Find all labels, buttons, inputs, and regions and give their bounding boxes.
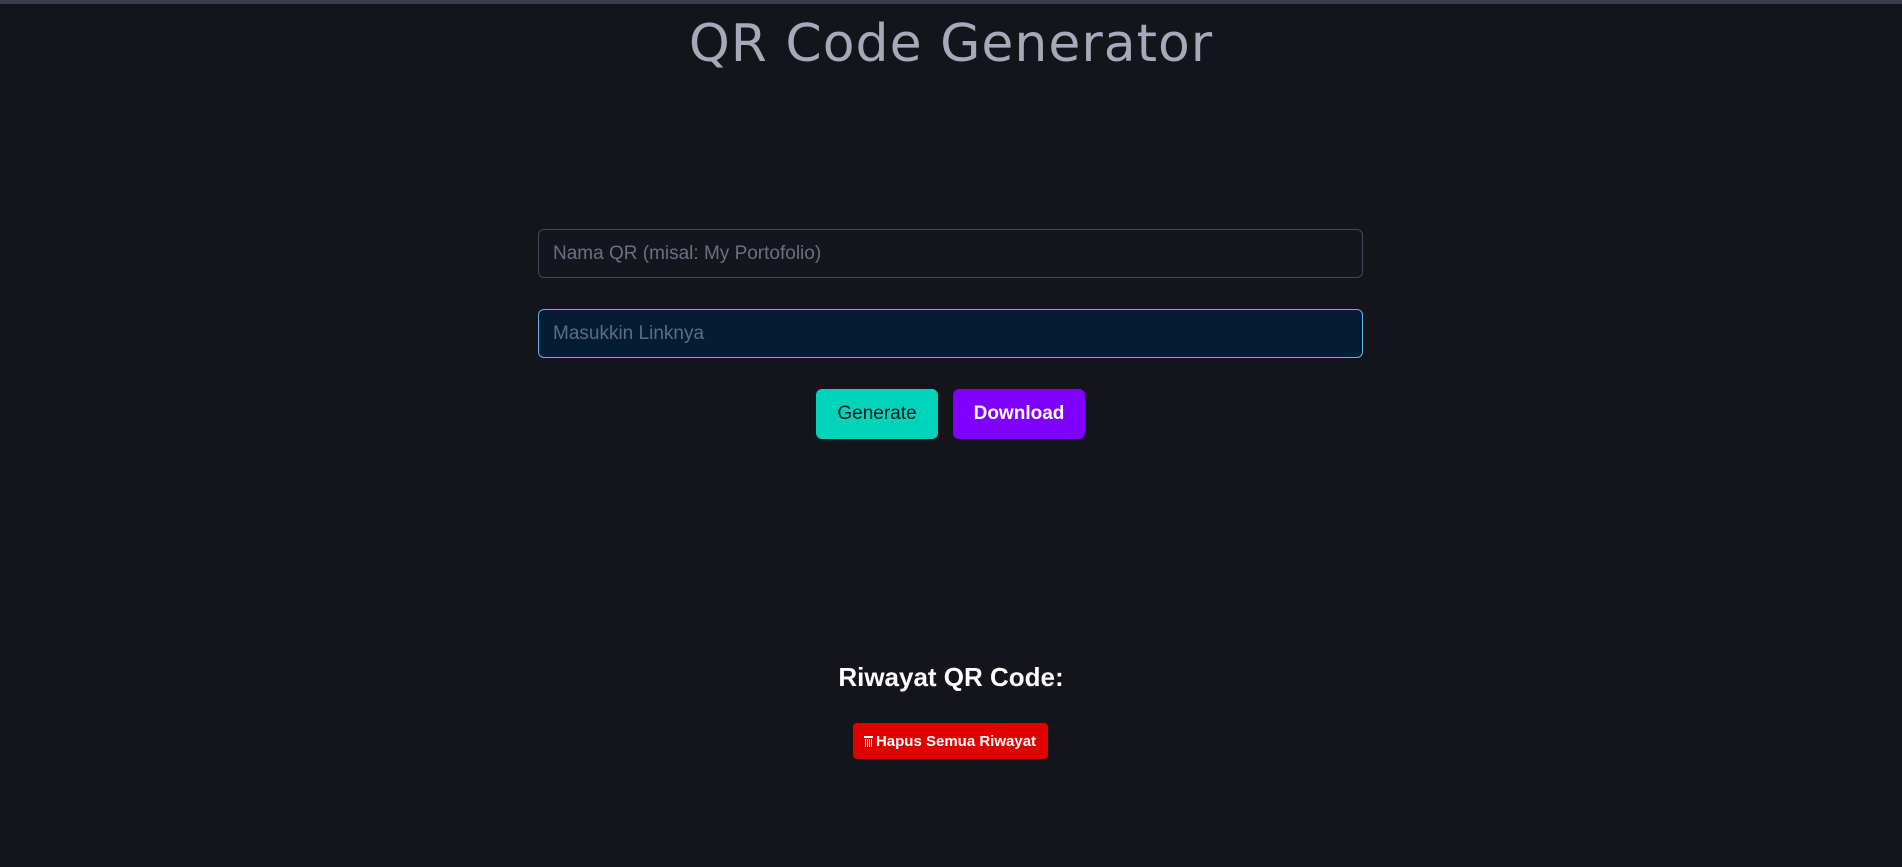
generate-button[interactable]: Generate [816,389,938,439]
generate-button-label: Generate [837,403,917,424]
top-border [0,0,1902,4]
trash-icon [863,735,873,747]
download-button[interactable]: Download [953,389,1085,439]
link-input[interactable] [538,309,1363,358]
qr-name-input[interactable] [538,229,1363,278]
history-title: Riwayat QR Code: [838,662,1064,692]
clear-history-label: Hapus Semua Riwayat [875,732,1037,750]
clear-history-button[interactable]: Hapus Semua Riwayat [853,723,1048,759]
page-title: QR Code Generator [688,14,1214,74]
download-button-label: Download [973,403,1065,424]
